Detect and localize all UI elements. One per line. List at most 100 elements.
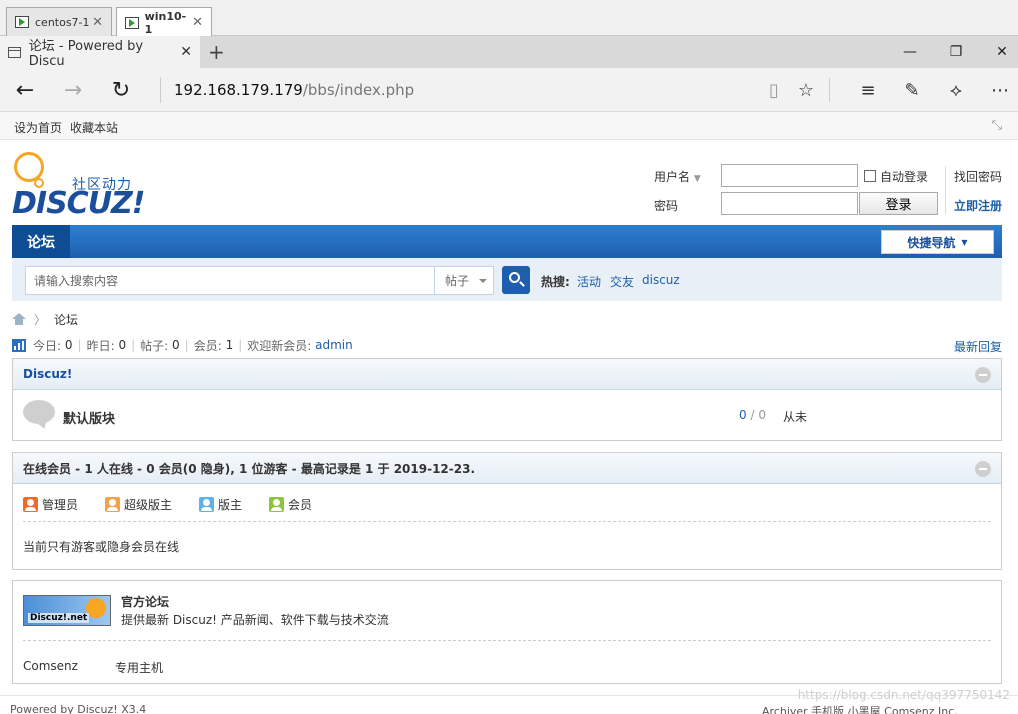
bookmark-link[interactable]: 收藏本站 <box>70 119 118 136</box>
partner-description: 提供最新 Discuz! 产品新闻、软件下载与技术交流 <box>121 613 389 627</box>
forum-counts: 0 / 0 <box>739 408 766 422</box>
register-link[interactable]: 立即注册 <box>954 197 1002 214</box>
partner-link-hosting[interactable]: 专用主机 <box>115 659 163 676</box>
password-label: 密码 <box>654 199 679 213</box>
username-input[interactable] <box>721 164 858 187</box>
vm-tab-centos[interactable]: centos7-1 ✕ <box>6 7 112 36</box>
reading-view-icon[interactable]: ▯ <box>760 76 788 104</box>
restore-icon[interactable]: ❐ <box>932 36 980 68</box>
set-home-link[interactable]: 设为首页 <box>14 119 62 136</box>
new-tab-icon[interactable]: + <box>208 40 225 64</box>
vm-tab-bar: centos7-1 ✕ win10-1 ✕ <box>0 0 1018 37</box>
hot-search-term[interactable]: 活动 <box>577 273 601 290</box>
minimize-icon[interactable]: — <box>886 36 934 68</box>
footer-powered-by: Powered by Discuz! X3.4 <box>10 703 147 714</box>
vm-icon <box>125 16 139 29</box>
stat-members: 1 <box>225 338 234 352</box>
password-input[interactable] <box>721 192 858 215</box>
collapse-icon[interactable] <box>975 461 991 477</box>
hot-search-term[interactable]: 交友 <box>610 273 634 290</box>
member-legend: 管理员 超级版主 版主 会员 <box>23 484 991 522</box>
login-button[interactable]: 登录 <box>859 192 938 215</box>
favorite-star-icon[interactable]: ☆ <box>792 76 820 104</box>
stats-chart-icon <box>12 338 26 352</box>
newest-member-link[interactable]: admin <box>315 338 353 352</box>
online-note: 当前只有游客或隐身会员在线 <box>23 540 180 554</box>
chevron-down-icon <box>479 278 488 283</box>
address-path: /bbs/index.php <box>302 81 415 99</box>
forum-name-link[interactable]: 默认版块 <box>63 408 115 427</box>
logo-wordmark: DISCUZ! <box>12 186 145 221</box>
page-icon <box>8 46 21 58</box>
web-note-icon[interactable]: ✎ <box>898 76 926 104</box>
window-close-icon[interactable]: ✕ <box>978 36 1018 68</box>
admin-user-icon <box>23 497 38 512</box>
find-password-link[interactable]: 找回密码 <box>954 168 1002 185</box>
legend-mod: 版主 <box>199 496 242 513</box>
footer-links[interactable]: Archiver 手机版 小黑屋 Comsenz Inc. <box>762 703 958 714</box>
search-icon <box>509 272 520 283</box>
auto-login-label: 自动登录 <box>880 170 929 184</box>
hot-search-label: 热搜: <box>541 275 570 289</box>
forum-row: 默认版块 0 / 0 从未 <box>13 390 1001 439</box>
shrink-icon[interactable]: ⤡ <box>992 118 1002 133</box>
forum-last-post: 从未 <box>783 410 808 424</box>
close-icon[interactable]: ✕ <box>180 44 192 60</box>
breadcrumb-current[interactable]: 论坛 <box>54 311 78 328</box>
top-nav: 设为首页 收藏本站 ⤡ <box>0 112 1018 140</box>
online-members-title: 在线会员 - 1 人在线 - 0 会员(0 隐身), 1 位游客 - 最高记录是… <box>13 453 1001 484</box>
latest-replies-link[interactable]: 最新回复 <box>954 338 1002 355</box>
breadcrumb: 〉 论坛 <box>12 311 78 328</box>
moderator-user-icon <box>199 497 214 512</box>
vm-icon <box>15 16 29 28</box>
close-icon[interactable]: ✕ <box>192 15 203 30</box>
auto-login-checkbox[interactable] <box>864 170 876 182</box>
browser-tab-bar: 论坛 - Powered by Discu ✕ + — ❐ ✕ <box>0 36 1018 69</box>
hub-icon[interactable]: ≡ <box>854 76 882 104</box>
forum-group-box: Discuz! 默认版块 0 / 0 从未 <box>12 358 1002 441</box>
address-bar-area: ← → ↻ 192.168.179.179/bbs/index.php ▯ ☆ … <box>0 68 1018 112</box>
home-icon[interactable] <box>12 313 26 325</box>
refresh-icon[interactable]: ↻ <box>107 76 135 104</box>
back-icon[interactable]: ← <box>11 76 39 104</box>
stat-posts: 0 <box>172 338 180 352</box>
stat-yesterday: 0 <box>118 338 127 352</box>
partner-title-link[interactable]: 官方论坛 <box>121 593 169 610</box>
watermark: https://blog.csdn.net/qq397750142 <box>797 688 1010 702</box>
discuz-net-logo[interactable]: Discuz!.net <box>23 595 111 626</box>
quick-nav-button[interactable]: 快捷导航 ▼ <box>881 230 994 254</box>
partner-box: Discuz!.net 官方论坛 提供最新 Discuz! 产品新闻、软件下载与… <box>12 580 1002 684</box>
chevron-down-icon: ▼ <box>961 237 968 247</box>
quick-nav-label: 快捷导航 <box>907 235 956 250</box>
vm-tab-win10[interactable]: win10-1 ✕ <box>116 7 212 37</box>
main-nav-bar: 论坛 快捷导航 ▼ <box>12 225 1002 258</box>
vm-tab-label: win10-1 <box>144 9 187 36</box>
search-button[interactable] <box>502 266 530 294</box>
browser-tab[interactable]: 论坛 - Powered by Discu ✕ <box>0 36 200 69</box>
username-label[interactable]: 用户名 ▼ <box>654 168 701 185</box>
collapse-icon[interactable] <box>975 367 991 383</box>
search-bar: 请输入搜索内容 帖子 热搜: 活动 交友 discuz <box>12 258 1002 301</box>
address-input[interactable]: 192.168.179.179/bbs/index.php <box>160 77 414 103</box>
address-host: 192.168.179.179 <box>174 81 303 99</box>
browser-tab-title: 论坛 - Powered by Discu <box>28 39 144 69</box>
nav-item-forum[interactable]: 论坛 <box>12 225 70 258</box>
forum-bubble-icon <box>23 400 55 424</box>
forum-group-title: Discuz! <box>13 359 1001 390</box>
legend-admin: 管理员 <box>23 496 78 513</box>
share-icon[interactable]: ⟡ <box>942 76 970 104</box>
search-input[interactable]: 请输入搜索内容 <box>25 266 435 295</box>
partner-link-comsenz[interactable]: Comsenz <box>23 659 78 673</box>
chevron-down-icon: ▼ <box>693 174 701 184</box>
legend-super-mod: 超级版主 <box>105 496 172 513</box>
vm-tab-label: centos7-1 <box>35 15 90 29</box>
legend-member: 会员 <box>269 496 312 513</box>
search-type-label: 帖子 <box>445 274 470 288</box>
site-logo[interactable]: 社区动力 DISCUZ! <box>10 150 150 221</box>
hot-search-term[interactable]: discuz <box>642 273 680 287</box>
super-moderator-user-icon <box>105 497 120 512</box>
close-icon[interactable]: ✕ <box>92 15 103 30</box>
forward-icon[interactable]: → <box>59 76 87 104</box>
search-type-select[interactable]: 帖子 <box>434 266 494 295</box>
more-icon[interactable]: ⋯ <box>986 76 1014 104</box>
